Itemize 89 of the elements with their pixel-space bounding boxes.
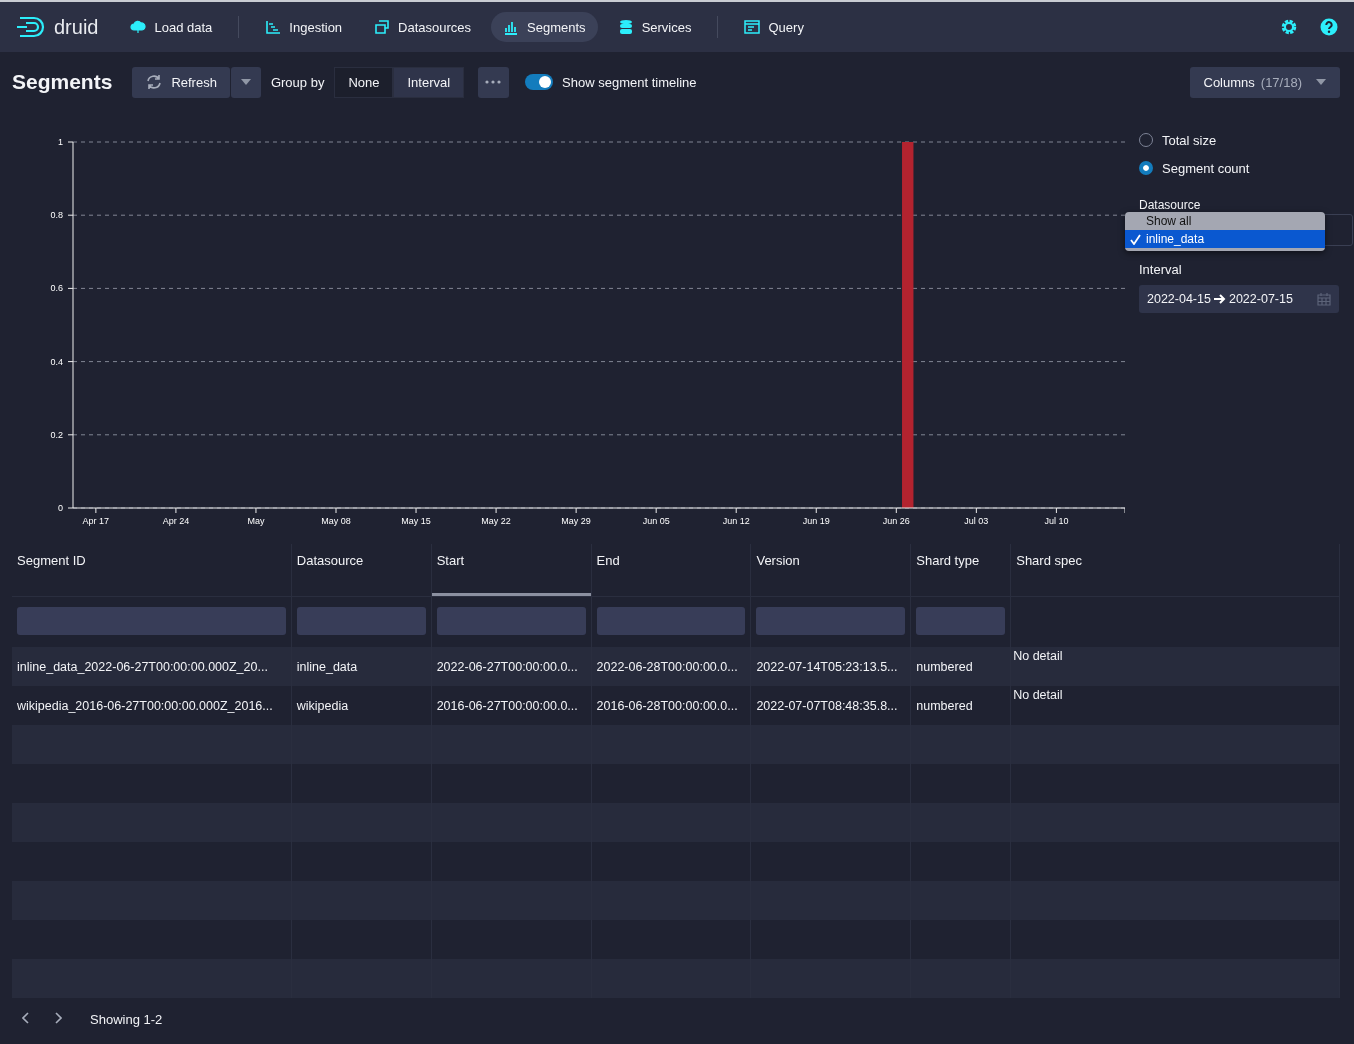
y-tick-label: 1: [58, 137, 63, 147]
database-icon: [617, 19, 634, 35]
datasource-label: Datasource: [1139, 198, 1202, 212]
column-header[interactable]: Shard spec: [1011, 544, 1340, 596]
table-cell: 2022-07-07T08:48:35.8...: [756, 698, 898, 713]
filter-input[interactable]: [436, 607, 586, 635]
column-header[interactable]: Shard type: [911, 544, 1012, 596]
columns-button[interactable]: Columns (17/18): [1189, 66, 1340, 98]
x-tick-label: Jun 05: [642, 516, 670, 526]
toggle-switch[interactable]: [525, 74, 554, 90]
more-icon: [485, 80, 502, 84]
column-header[interactable]: Version: [751, 544, 912, 596]
x-tick-label: Jun 19: [802, 516, 830, 526]
table-cell: 2022-07-14T05:23:13.5...: [756, 659, 898, 674]
table-cell: wikipedia: [296, 698, 349, 713]
bar-chart-icon: [503, 19, 520, 35]
table-cell: numbered: [916, 659, 973, 674]
column-header[interactable]: Segment ID: [12, 544, 292, 596]
logo-text: druid: [54, 15, 99, 39]
window-icon: [744, 19, 761, 35]
table-cell: No detail: [1013, 649, 1063, 663]
table-cell: inline_data: [296, 659, 358, 674]
x-tick-label: Apr 24: [162, 516, 190, 526]
refresh-icon: [145, 74, 164, 90]
x-tick-label: Jul 10: [1044, 516, 1069, 526]
page-title: Segments: [12, 70, 113, 94]
cloud-upload-icon: [130, 19, 147, 35]
stacked-windows-icon: [374, 19, 391, 35]
steps-icon: [265, 19, 282, 35]
caret-icon: [240, 79, 251, 85]
table-cell: 2016-06-28T00:00:00.0...: [596, 698, 738, 713]
nav-tab[interactable]: Load data: [118, 12, 225, 42]
x-tick-label: May 08: [321, 516, 351, 526]
interval-field[interactable]: 2022-04-15 2022-07-15: [1139, 285, 1339, 313]
x-tick-label: May 15: [401, 516, 431, 526]
filter-input[interactable]: [756, 607, 906, 635]
table-cell: 2016-06-27T00:00:00.0...: [436, 698, 578, 713]
calendar-icon: [1317, 292, 1331, 306]
chevron-left-icon: [22, 1011, 30, 1024]
group-by-option[interactable]: Interval: [393, 66, 465, 98]
nav-tab[interactable]: Services: [605, 12, 704, 42]
table-cell: 2022-06-28T00:00:00.0...: [596, 659, 738, 674]
group-by-option[interactable]: None: [334, 66, 394, 98]
table-cell: No detail: [1013, 688, 1063, 702]
page-info: Showing 1-2: [90, 1011, 163, 1027]
x-tick-label: Apr 17: [82, 516, 110, 526]
group-by-label: Group by: [270, 74, 325, 90]
nav-tab[interactable]: Ingestion: [253, 12, 355, 42]
interval-label: Interval: [1139, 262, 1183, 277]
more-button[interactable]: [478, 66, 510, 98]
filter-input[interactable]: [17, 607, 286, 635]
y-tick-label: 0: [58, 503, 63, 513]
chevron-right-icon: [54, 1011, 62, 1024]
table-cell: 2022-06-27T00:00:00.0...: [436, 659, 578, 674]
y-tick-label: 0.2: [50, 429, 63, 440]
x-tick-label: May 22: [481, 516, 511, 526]
filter-input[interactable]: [596, 607, 746, 635]
table-cell: numbered: [916, 698, 973, 713]
caret-icon: [1316, 79, 1326, 85]
filter-input[interactable]: [916, 607, 1006, 635]
checkmark-icon: [1130, 233, 1141, 245]
table-cell: wikipedia_2016-06-27T00:00:00.000Z_2016...: [17, 698, 273, 713]
nav-tab[interactable]: Query: [732, 12, 816, 42]
x-tick-label: Jun 12: [722, 516, 750, 526]
dropdown-button[interactable]: [230, 66, 261, 98]
x-tick-label: Jul 03: [964, 516, 989, 526]
radio-label: Segment count: [1162, 160, 1250, 176]
toggle-label: Show segment timeline: [562, 74, 697, 90]
y-tick-label: 0.4: [50, 356, 63, 367]
menu-option[interactable]: inline_data: [1125, 230, 1325, 248]
column-header[interactable]: Start: [431, 544, 592, 596]
nav-tab[interactable]: Datasources: [362, 12, 484, 42]
nav-tab[interactable]: Segments: [491, 12, 598, 42]
refresh-button[interactable]: Refresh: [132, 66, 230, 98]
y-tick-label: 0.8: [50, 210, 63, 221]
settings-icon[interactable]: [1280, 18, 1298, 36]
column-header[interactable]: Datasource: [291, 544, 432, 596]
arrow-icon: [1213, 294, 1226, 304]
radio-button[interactable]: [1139, 161, 1153, 175]
x-tick-label: Jun 26: [882, 516, 910, 526]
x-tick-label: May 29: [561, 516, 591, 526]
y-tick-label: 0.6: [50, 283, 63, 294]
radio-label: Total size: [1162, 132, 1217, 148]
table-cell: inline_data_2022-06-27T00:00:00.000Z_20...: [17, 659, 268, 674]
filter-input[interactable]: [296, 607, 426, 635]
column-header[interactable]: End: [591, 544, 752, 596]
help-icon[interactable]: [1320, 18, 1338, 36]
menu-option[interactable]: Show all: [1125, 212, 1325, 230]
x-tick-label: May: [247, 516, 265, 526]
